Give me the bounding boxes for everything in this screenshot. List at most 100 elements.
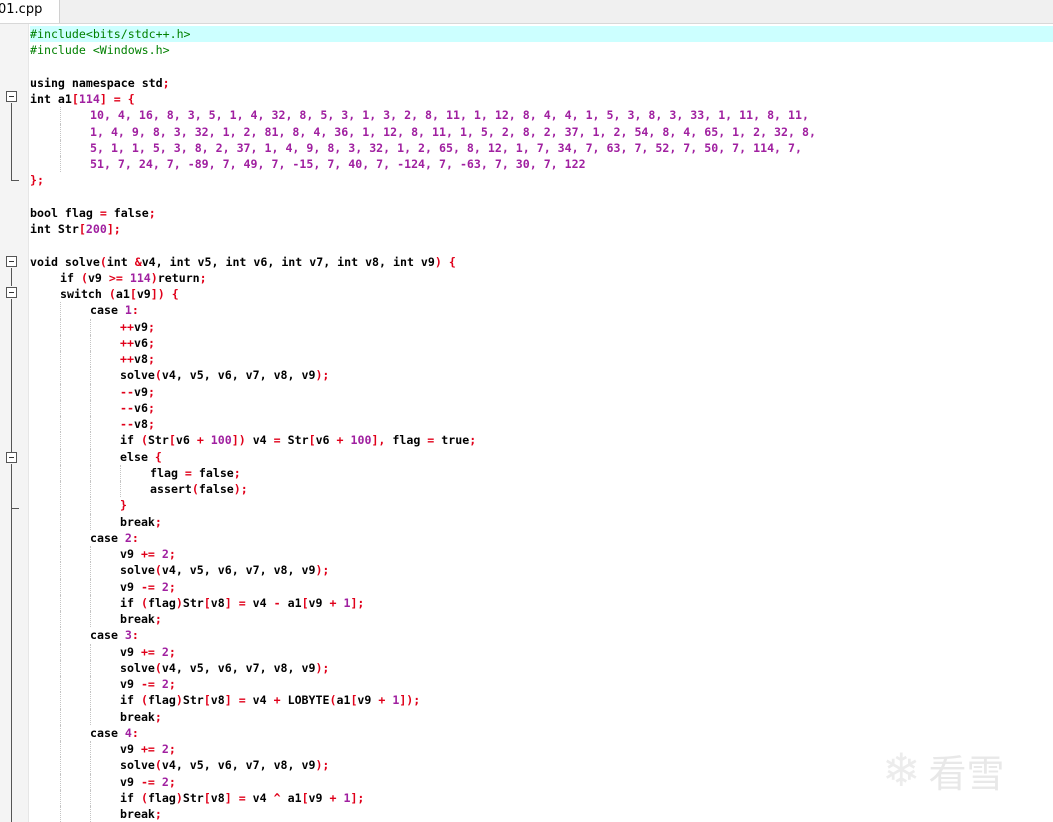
code-line[interactable]: #include<bits/stdc++.h> xyxy=(30,26,1053,43)
code-line[interactable]: --v6; xyxy=(30,399,1053,416)
code-token: using namespace xyxy=(30,75,142,90)
code-line[interactable]: else { xyxy=(30,448,1053,465)
code-token: v9 xyxy=(120,774,141,789)
code-line[interactable]: 51, 7, 24, 7, -89, 7, 49, 7, -15, 7, 40,… xyxy=(30,156,1053,173)
fold-toggle-array-icon[interactable] xyxy=(6,91,17,102)
code-token: 2 xyxy=(161,579,169,594)
code-token: ] = xyxy=(224,790,253,805)
tab-file[interactable]: 01.cpp xyxy=(0,0,60,23)
code-line[interactable]: ++v9; xyxy=(30,318,1053,335)
code-line[interactable]: ++v8; xyxy=(30,351,1053,368)
code-token: -= xyxy=(140,677,162,691)
code-token: ], xyxy=(371,433,393,448)
code-line[interactable]: v9 += 2; xyxy=(30,643,1053,660)
fold-toggle-switch-icon[interactable] xyxy=(6,287,17,298)
code-line[interactable]: break; xyxy=(30,611,1053,628)
code-line[interactable]: ++v6; xyxy=(30,334,1053,351)
code-token: ( xyxy=(108,287,116,301)
code-token: v9 xyxy=(308,790,330,805)
code-line[interactable]: bool flag = false; xyxy=(30,205,1053,221)
code-line[interactable]: --v9; xyxy=(30,383,1053,400)
code-token: v9 xyxy=(120,644,141,659)
code-line[interactable]: case 4: xyxy=(30,724,1053,741)
code-token: 2 xyxy=(161,742,169,756)
code-line[interactable]: #include <Windows.h> xyxy=(30,42,1053,58)
code-token: : xyxy=(131,628,139,643)
code-token: + xyxy=(336,433,351,448)
code-token: v8 xyxy=(210,693,225,708)
code-token: ] = xyxy=(224,693,253,708)
code-line[interactable]: } xyxy=(30,497,1053,514)
code-token: ; xyxy=(199,270,207,285)
code-token: : xyxy=(131,303,139,318)
code-token: ; xyxy=(168,644,176,659)
code-token: ( xyxy=(80,270,88,285)
code-token: [ xyxy=(78,222,86,236)
code-token: if xyxy=(120,790,141,805)
code-line[interactable]: v9 -= 2; xyxy=(30,578,1053,595)
code-line[interactable]: int Str[200]; xyxy=(30,221,1053,237)
code-token: [ xyxy=(203,693,211,708)
code-token: ++ xyxy=(120,319,134,334)
code-line[interactable]: flag = false; xyxy=(30,464,1053,481)
code-line[interactable]: if (flag)Str[v8] = v4 - a1[v9 + 1]; xyxy=(30,594,1053,611)
code-line[interactable] xyxy=(30,59,1053,75)
code-token: -- xyxy=(120,384,134,399)
code-token: ) xyxy=(175,595,183,610)
code-token: ( xyxy=(140,595,148,610)
code-line[interactable]: case 1: xyxy=(30,302,1053,319)
code-token: ]; xyxy=(350,790,365,805)
code-line[interactable]: switch (a1[v9]) { xyxy=(30,286,1053,302)
code-line[interactable]: }; xyxy=(30,172,1053,188)
code-line[interactable]: assert(false); xyxy=(30,481,1053,498)
code-token: v9 xyxy=(357,693,379,708)
code-line[interactable]: case 2: xyxy=(30,529,1053,546)
code-token: [ xyxy=(301,790,309,805)
code-token: + xyxy=(273,693,288,708)
code-token: + xyxy=(329,790,344,805)
code-line[interactable]: --v8; xyxy=(30,416,1053,433)
code-line[interactable]: void solve(int &v4, int v5, int v6, int … xyxy=(30,254,1053,270)
code-line[interactable]: break; xyxy=(30,806,1053,822)
fold-toggle-else-icon[interactable] xyxy=(6,452,17,463)
code-line[interactable]: v9 -= 2; xyxy=(30,676,1053,693)
code-token: ( xyxy=(140,790,148,805)
code-token: break xyxy=(120,514,155,529)
code-token: v8 xyxy=(133,352,148,366)
code-token: 3 xyxy=(124,628,132,643)
code-line[interactable]: 10, 4, 16, 8, 3, 5, 1, 4, 32, 8, 5, 3, 1… xyxy=(30,107,1053,124)
code-line[interactable]: if (v9 >= 114)return; xyxy=(30,270,1053,286)
code-token: = xyxy=(427,433,442,448)
code-token: if xyxy=(120,693,141,708)
code-token: Str xyxy=(287,433,309,448)
code-line[interactable]: solve(v4, v5, v6, v7, v8, v9); xyxy=(30,659,1053,676)
code-line[interactable]: 5, 1, 1, 5, 3, 8, 2, 37, 1, 4, 9, 8, 3, … xyxy=(30,139,1053,156)
code-line[interactable]: 1, 4, 9, 8, 3, 32, 1, 2, 81, 8, 4, 36, 1… xyxy=(30,123,1053,140)
code-token: flag xyxy=(392,433,428,448)
code-line[interactable]: solve(v4, v5, v6, v7, v8, v9); xyxy=(30,562,1053,579)
code-editor[interactable]: #include<bits/stdc++.h> #include <Windows… xyxy=(30,26,1053,822)
code-line[interactable]: using namespace std; xyxy=(30,75,1053,91)
code-token: ); xyxy=(315,758,330,773)
code-token: int xyxy=(281,254,310,269)
code-token: case xyxy=(90,303,125,318)
code-token: ) { xyxy=(434,254,456,269)
code-line[interactable] xyxy=(30,237,1053,253)
code-token: int xyxy=(225,254,254,269)
watermark-text: 看雪 xyxy=(928,751,1005,796)
code-line[interactable]: break; xyxy=(30,708,1053,725)
code-line[interactable]: if (flag)Str[v8] = v4 + LOBYTE(a1[v9 + 1… xyxy=(30,692,1053,709)
fold-toggle-solve-icon[interactable] xyxy=(6,256,17,267)
code-line[interactable]: break; xyxy=(30,513,1053,530)
code-token: ; xyxy=(168,774,176,789)
code-line[interactable]: solve(v4, v5, v6, v7, v8, v9); xyxy=(30,367,1053,384)
code-line[interactable]: case 3: xyxy=(30,627,1053,644)
code-token: ; xyxy=(154,612,162,626)
code-line[interactable] xyxy=(30,189,1053,205)
code-token: ); xyxy=(233,482,248,496)
code-token: if xyxy=(60,270,81,285)
code-line[interactable]: if (Str[v6 + 100]) v4 = Str[v6 + 100], f… xyxy=(30,432,1053,449)
code-line[interactable]: int a1[114] = { xyxy=(30,91,1053,107)
code-line[interactable]: v9 += 2; xyxy=(30,546,1053,563)
code-token: ; xyxy=(147,384,155,399)
